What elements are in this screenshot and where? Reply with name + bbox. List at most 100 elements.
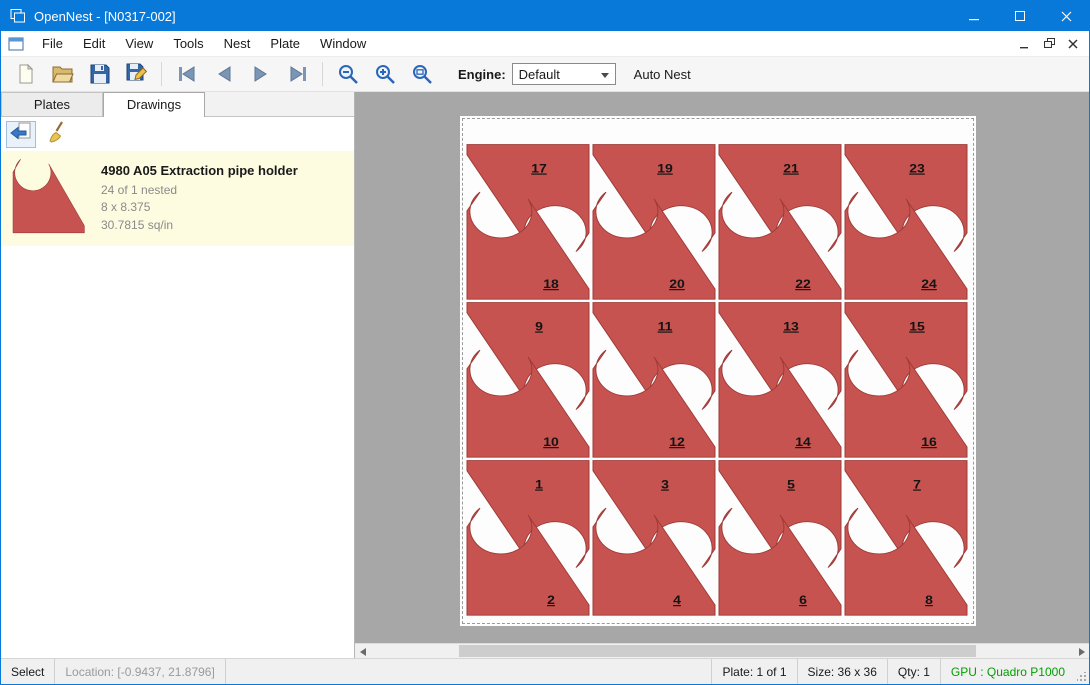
nest-pair-1-2[interactable]: 12 <box>465 458 591 616</box>
window-controls <box>951 1 1089 31</box>
part-number: 17 <box>531 162 547 176</box>
engine-label: Engine: <box>458 67 506 82</box>
save-as-button[interactable] <box>118 59 155 89</box>
close-button[interactable] <box>1043 1 1089 31</box>
scrollbar-thumb[interactable] <box>459 645 976 657</box>
last-plate-button[interactable] <box>279 59 316 89</box>
menu-view[interactable]: View <box>115 32 163 55</box>
part-number: 21 <box>783 162 799 176</box>
part-number: 9 <box>535 320 543 334</box>
nest-pair-15-16[interactable]: 1516 <box>843 300 969 458</box>
part-number: 12 <box>669 435 685 449</box>
zoom-in-button[interactable] <box>366 59 403 89</box>
nest-pair-23-24[interactable]: 2324 <box>843 142 969 300</box>
drawing-list-item[interactable]: 4980 A05 Extraction pipe holder 24 of 1 … <box>1 151 354 246</box>
status-location: Location: [-0.9437, 21.8796] <box>55 659 225 684</box>
part-number: 13 <box>783 320 799 334</box>
status-qty: Qty: 1 <box>887 659 940 684</box>
zoom-fit-button[interactable] <box>403 59 440 89</box>
drawing-title: 4980 A05 Extraction pipe holder <box>101 163 298 178</box>
new-file-button[interactable] <box>7 59 44 89</box>
status-gpu: GPU : Quadro P1000 <box>940 659 1075 684</box>
status-size: Size: 36 x 36 <box>797 659 887 684</box>
drawing-info: 4980 A05 Extraction pipe holder 24 of 1 … <box>101 163 298 234</box>
nest-pair-13-14[interactable]: 13 14 <box>717 300 843 458</box>
toolbar: Engine: Default Auto Nest <box>1 57 1089 92</box>
sidebar: Plates Drawings <box>1 92 355 658</box>
menu-edit[interactable]: Edit <box>73 32 115 55</box>
nest-pair-17-18[interactable]: 1718 <box>465 142 591 300</box>
toolbar-separator <box>161 62 162 86</box>
statusbar: Select Location: [-0.9437, 21.8796] Plat… <box>1 658 1089 684</box>
status-mode: Select <box>1 659 55 684</box>
part-number: 2 <box>547 593 555 607</box>
drawings-panel: 4980 A05 Extraction pipe holder 24 of 1 … <box>1 117 354 658</box>
minimize-button[interactable] <box>951 1 997 31</box>
part-number: 8 <box>925 593 933 607</box>
previous-plate-button[interactable] <box>205 59 242 89</box>
mdi-close-button[interactable] <box>1061 34 1085 54</box>
drawing-size: 8 x 8.375 <box>101 199 298 216</box>
part-number: 3 <box>661 478 669 492</box>
status-plate: Plate: 1 of 1 <box>711 659 796 684</box>
mdi-minimize-button[interactable] <box>1013 34 1037 54</box>
nest-pair-19-20[interactable]: 1920 <box>591 142 717 300</box>
part-thumbnail <box>9 158 89 239</box>
part-number: 22 <box>795 277 811 291</box>
part-number: 10 <box>543 435 559 449</box>
menu-plate[interactable]: Plate <box>260 32 310 55</box>
reload-drawing-button[interactable] <box>6 121 36 148</box>
part-number: 1 <box>535 478 543 492</box>
drawings-toolbar <box>1 117 354 151</box>
next-plate-button[interactable] <box>242 59 279 89</box>
nest-pair-9-10[interactable]: 9 10 <box>465 300 591 458</box>
menu-tools[interactable]: Tools <box>163 32 213 55</box>
tab-plates[interactable]: Plates <box>1 92 103 116</box>
menu-file[interactable]: File <box>32 32 73 55</box>
save-button[interactable] <box>81 59 118 89</box>
nest-pair-11-12[interactable]: 11 12 <box>591 300 717 458</box>
zoom-out-button[interactable] <box>329 59 366 89</box>
import-arrow-icon <box>10 122 32 147</box>
app-icon <box>10 8 26 24</box>
maximize-button[interactable] <box>997 1 1043 31</box>
part-number: 11 <box>658 320 673 334</box>
first-plate-button[interactable] <box>168 59 205 89</box>
scroll-right-icon[interactable] <box>1074 644 1089 658</box>
drawing-nested-count: 24 of 1 nested <box>101 182 298 199</box>
part-number: 14 <box>795 435 811 449</box>
mdi-restore-button[interactable] <box>1037 34 1061 54</box>
resize-grip[interactable] <box>1075 659 1089 684</box>
chevron-down-icon <box>601 73 609 78</box>
part-number: 18 <box>543 277 559 291</box>
engine-selected-value: Default <box>519 67 560 82</box>
scroll-left-icon[interactable] <box>355 644 370 658</box>
engine-select[interactable]: Default <box>512 63 616 85</box>
menu-window[interactable]: Window <box>310 32 376 55</box>
window-title: OpenNest - [N0317-002] <box>34 9 176 24</box>
titlebar: OpenNest - [N0317-002] <box>1 1 1089 31</box>
plate[interactable]: 171819202122232491011121314151612345678 <box>460 116 976 626</box>
broom-icon <box>47 121 69 148</box>
open-file-button[interactable] <box>44 59 81 89</box>
nest-pair-3-4[interactable]: 34 <box>591 458 717 616</box>
part-number: 19 <box>657 162 673 176</box>
menu-nest[interactable]: Nest <box>214 32 261 55</box>
nest-pair-7-8[interactable]: 78 <box>843 458 969 616</box>
part-number: 20 <box>669 277 685 291</box>
nest-grid: 171819202122232491011121314151612345678 <box>465 142 969 616</box>
auto-nest-button[interactable]: Auto Nest <box>634 67 691 82</box>
nest-pair-21-22[interactable]: 21 22 <box>717 142 843 300</box>
tab-drawings[interactable]: Drawings <box>103 92 205 117</box>
part-number: 4 <box>673 593 682 607</box>
part-number: 23 <box>909 162 925 176</box>
nest-pair-5-6[interactable]: 56 <box>717 458 843 616</box>
part-number: 7 <box>913 478 921 492</box>
part-number: 16 <box>921 435 937 449</box>
nest-canvas[interactable]: 171819202122232491011121314151612345678 <box>355 92 1089 658</box>
clear-drawings-button[interactable] <box>43 121 73 148</box>
horizontal-scrollbar[interactable] <box>355 643 1089 658</box>
sidebar-tabs: Plates Drawings <box>1 92 354 117</box>
part-number: 6 <box>799 593 807 607</box>
main-area: Plates Drawings <box>1 92 1089 658</box>
